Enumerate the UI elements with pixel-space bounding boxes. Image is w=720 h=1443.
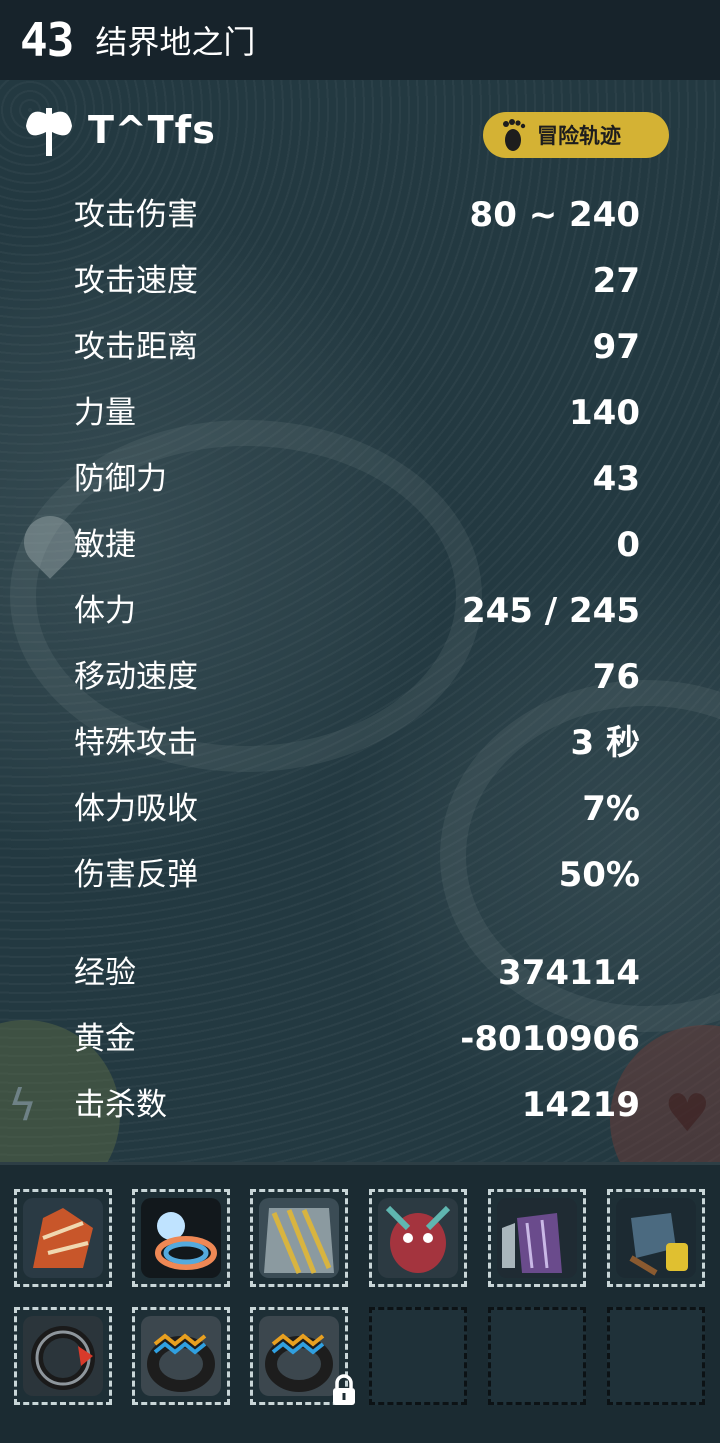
progress-list: 经验 374114 黄金 -8010906 击杀数 14219 bbox=[74, 948, 640, 1146]
inventory-slot[interactable] bbox=[132, 1307, 230, 1405]
stat-row: 体力吸收 7% bbox=[74, 784, 640, 850]
dark-ring-icon bbox=[23, 1316, 103, 1396]
orb-ring-icon bbox=[141, 1198, 221, 1278]
stat-value: 76 bbox=[592, 657, 640, 697]
cape-icon bbox=[259, 1198, 339, 1278]
stat-value: 27 bbox=[592, 261, 640, 301]
axe-icon bbox=[26, 108, 72, 156]
stat-value: 50% bbox=[558, 855, 640, 895]
inventory-slot[interactable] bbox=[250, 1189, 348, 1287]
stat-value: 43 bbox=[592, 459, 640, 499]
inventory-slot[interactable] bbox=[14, 1307, 112, 1405]
inventory-slot[interactable] bbox=[132, 1189, 230, 1287]
stat-row: 攻击距离 97 bbox=[74, 322, 640, 388]
stat-value: 3 秒 bbox=[570, 723, 641, 763]
stat-label: 特殊攻击 bbox=[74, 725, 198, 761]
stat-value: 97 bbox=[592, 327, 640, 367]
player-name: T^Tfs bbox=[88, 108, 216, 152]
stat-label: 防御力 bbox=[74, 461, 167, 497]
stat-label: 体力 bbox=[74, 593, 136, 629]
stat-row: 体力 245 / 245 bbox=[74, 586, 640, 652]
progress-label: 击杀数 bbox=[74, 1087, 167, 1123]
rainbow-ring-icon bbox=[259, 1316, 339, 1396]
inventory-slot[interactable] bbox=[369, 1189, 467, 1287]
stat-row: 敏捷 0 bbox=[74, 520, 640, 586]
stat-value: 0 bbox=[616, 525, 640, 565]
progress-row: 黄金 -8010906 bbox=[74, 1014, 640, 1080]
equipment-inventory bbox=[0, 1162, 720, 1443]
stat-row: 防御力 43 bbox=[74, 454, 640, 520]
stat-label: 力量 bbox=[74, 395, 136, 431]
inventory-slot[interactable] bbox=[607, 1189, 705, 1287]
inventory-slot-empty[interactable] bbox=[607, 1307, 705, 1405]
progress-row: 经验 374114 bbox=[74, 948, 640, 1014]
stat-label: 敏捷 bbox=[74, 527, 136, 563]
rainbow-ring-icon bbox=[141, 1316, 221, 1396]
stat-value: 245 / 245 bbox=[461, 591, 640, 631]
armor-icon bbox=[497, 1198, 577, 1278]
progress-label: 经验 bbox=[74, 955, 136, 991]
stat-label: 攻击速度 bbox=[74, 263, 198, 299]
stat-row: 移动速度 76 bbox=[74, 652, 640, 718]
player-level: 43 bbox=[20, 13, 74, 67]
gauntlet-icon bbox=[616, 1198, 696, 1278]
stats-list: 攻击伤害 80 ~ 240 攻击速度 27 攻击距离 97 力量 140 防御力 43 敏… bbox=[74, 190, 640, 916]
inventory-slot[interactable] bbox=[488, 1189, 586, 1287]
stat-label: 攻击距离 bbox=[74, 329, 198, 365]
inventory-slot-empty[interactable] bbox=[488, 1307, 586, 1405]
inventory-slot[interactable] bbox=[14, 1189, 112, 1287]
stat-label: 攻击伤害 bbox=[74, 197, 198, 233]
lock-icon bbox=[333, 1374, 355, 1405]
inventory-slot-empty[interactable] bbox=[369, 1307, 467, 1405]
stat-row: 特殊攻击 3 秒 bbox=[74, 718, 640, 784]
stat-value: 7% bbox=[582, 789, 640, 829]
stat-row: 攻击速度 27 bbox=[74, 256, 640, 322]
top-bar: 43 结界地之门 bbox=[0, 0, 720, 80]
stat-label: 体力吸收 bbox=[74, 791, 198, 827]
stat-value: 140 bbox=[569, 393, 640, 433]
stat-label: 移动速度 bbox=[74, 659, 198, 695]
stat-row: 攻击伤害 80 ~ 240 bbox=[74, 190, 640, 256]
progress-row: 击杀数 14219 bbox=[74, 1080, 640, 1146]
adventure-trail-button[interactable]: 冒险轨迹 bbox=[483, 112, 669, 158]
stat-label: 伤害反弹 bbox=[74, 857, 198, 893]
claw-weapon-icon bbox=[23, 1198, 103, 1278]
player-name-row: T^Tfs bbox=[24, 104, 216, 156]
progress-value: 374114 bbox=[498, 953, 640, 993]
demon-mask-icon bbox=[378, 1198, 458, 1278]
heart-icon: ♥ bbox=[664, 1084, 711, 1144]
stat-row: 力量 140 bbox=[74, 388, 640, 454]
progress-label: 黄金 bbox=[74, 1021, 136, 1057]
stat-value: 80 ~ 240 bbox=[469, 195, 640, 235]
lightning-icon: ϟ bbox=[8, 1080, 38, 1131]
stat-row: 伤害反弹 50% bbox=[74, 850, 640, 916]
progress-value: -8010906 bbox=[460, 1019, 640, 1059]
map-name: 结界地之门 bbox=[95, 23, 256, 61]
adventure-trail-label: 冒险轨迹 bbox=[537, 124, 621, 148]
footprint-icon bbox=[503, 119, 526, 151]
progress-value: 14219 bbox=[521, 1085, 640, 1125]
